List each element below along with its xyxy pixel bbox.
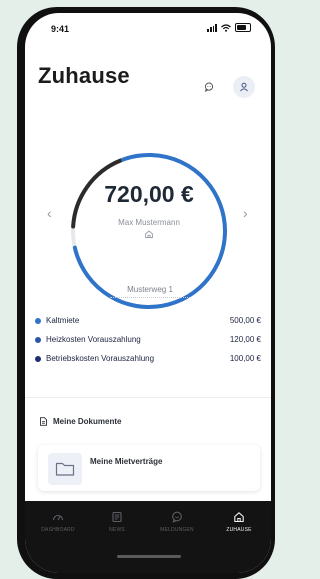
- cost-row-heizkosten: Heizkosten Vorauszahlung 120,00 €: [35, 334, 261, 353]
- tab-label: NEWS: [109, 527, 125, 533]
- chat-bubble-icon: [204, 82, 214, 92]
- tab-label: MELDUNGEN: [160, 527, 194, 533]
- cost-value: 100,00 €: [229, 354, 261, 363]
- document-card-mietvertraege[interactable]: Meine Mietverträge: [38, 445, 260, 491]
- home-icon: [234, 512, 244, 523]
- home-indicator: [117, 555, 181, 558]
- cost-breakdown-list: Kaltmiete 500,00 € Heizkosten Vorauszahl…: [35, 315, 261, 372]
- document-card-title: Meine Mietverträge: [90, 457, 163, 466]
- status-bar: 9:41: [25, 13, 271, 47]
- rent-amount: 720,00 €: [104, 181, 194, 207]
- folder-icon-box: [48, 453, 82, 485]
- cost-value: 500,00 €: [229, 316, 261, 325]
- cost-label: Betriebskosten Vorauszahlung: [46, 354, 155, 363]
- documents-heading: Meine Dokumente: [39, 417, 121, 426]
- home-icon: [145, 230, 153, 238]
- tab-dashboard[interactable]: DASHBOARD: [28, 511, 88, 533]
- tab-news[interactable]: NEWS: [87, 511, 147, 533]
- user-icon: [240, 82, 248, 92]
- app-screen: 9:41 Zuhause ‹ › 720,00 € Max Mustermann…: [25, 13, 271, 573]
- folder-icon: [55, 462, 75, 476]
- document-icon: [40, 417, 47, 426]
- cost-dot: [35, 337, 41, 343]
- signal-icon: [207, 23, 217, 32]
- status-icons: [207, 23, 251, 32]
- chat-button[interactable]: [198, 76, 220, 98]
- tab-label: DASHBOARD: [41, 527, 75, 533]
- section-divider: [25, 397, 271, 398]
- news-icon: [112, 511, 122, 523]
- documents-heading-label: Meine Dokumente: [53, 417, 122, 426]
- tenant-name: Max Mustermann: [118, 218, 180, 227]
- next-arrow-button[interactable]: ›: [243, 205, 248, 221]
- status-time: 9:41: [51, 24, 70, 34]
- cost-label: Heizkosten Vorauszahlung: [46, 335, 141, 344]
- page-title: Zuhause: [38, 63, 130, 88]
- chat-icon: [172, 511, 182, 523]
- bottom-tab-bar: DASHBOARD NEWS MELDUNGEN ZUHAUSE: [25, 501, 271, 573]
- profile-button[interactable]: [233, 76, 255, 98]
- tab-meldungen[interactable]: MELDUNGEN: [147, 511, 207, 533]
- cost-dot: [35, 318, 41, 324]
- cost-label: Kaltmiete: [46, 316, 80, 325]
- battery-icon: [235, 23, 251, 32]
- dashboard-icon: [52, 514, 64, 521]
- address-label[interactable]: Musterweg 1: [110, 285, 190, 298]
- cost-row-betriebskosten: Betriebskosten Vorauszahlung 100,00 €: [35, 353, 261, 372]
- cost-dot: [35, 356, 41, 362]
- cost-row-kaltmiete: Kaltmiete 500,00 €: [35, 315, 261, 334]
- tab-zuhause[interactable]: ZUHAUSE: [209, 511, 269, 533]
- cost-value: 120,00 €: [229, 335, 261, 344]
- wifi-icon: [221, 23, 231, 32]
- tab-label: ZUHAUSE: [226, 527, 252, 533]
- previous-arrow-button[interactable]: ‹: [47, 205, 52, 221]
